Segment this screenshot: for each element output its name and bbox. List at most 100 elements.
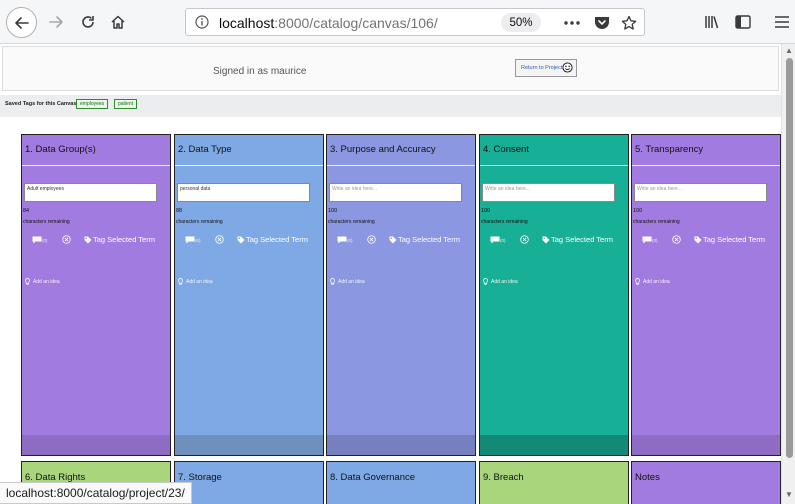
tag-selected-term-button[interactable]: Tag Selected Term — [84, 235, 155, 244]
hamburger-icon — [775, 16, 789, 28]
card-actions: (0) Tag Selected Term — [639, 235, 779, 245]
card-title: 3. Purpose and Accuracy — [330, 144, 436, 155]
card-divider — [327, 165, 475, 166]
card-divider — [632, 165, 780, 166]
star-icon — [621, 15, 637, 30]
zoom-level-button[interactable]: 50% — [501, 13, 541, 32]
page-actions-button[interactable] — [563, 14, 581, 32]
scrollbar-thumb[interactable] — [786, 58, 793, 458]
comment-count: (0) — [347, 238, 353, 243]
add-idea-label: Add an idea — [491, 279, 518, 285]
char-counter: 100 — [633, 208, 643, 214]
pocket-icon — [595, 16, 609, 29]
canvas-card: 7. Storage — [174, 461, 324, 504]
tag-selected-term-label: Tag Selected Term — [551, 235, 613, 244]
char-counter: 100 — [328, 208, 338, 214]
card-footer — [327, 435, 475, 455]
library-button[interactable] — [702, 12, 722, 32]
clear-circle-icon[interactable] — [520, 235, 529, 244]
tag-selected-term-button[interactable]: Tag Selected Term — [389, 235, 460, 244]
add-idea-link[interactable]: Add an idea — [483, 278, 518, 286]
card-title: 1. Data Group(s) — [25, 144, 96, 155]
url-text[interactable]: localhost:8000/catalog/canvas/106/ — [219, 15, 438, 31]
tag-icon — [84, 236, 92, 243]
page-content: Signed in as maurice Return to Project S… — [0, 44, 781, 504]
pocket-button[interactable] — [593, 14, 611, 32]
reload-button[interactable] — [76, 10, 100, 34]
chars-remaining-label: characters remaining — [23, 219, 70, 225]
scroll-up-arrow-icon[interactable]: ▲ — [785, 46, 793, 55]
return-to-project-label: Return to Project — [521, 65, 563, 71]
vertical-scrollbar[interactable]: ▲ ▼ — [781, 44, 795, 504]
card-divider — [480, 165, 628, 166]
card-divider — [22, 165, 170, 166]
sidebar-toggle-button[interactable] — [733, 12, 753, 32]
card-footer — [480, 435, 628, 455]
clear-circle-icon[interactable] — [62, 235, 71, 244]
url-host: localhost — [219, 15, 275, 31]
add-idea-link[interactable]: Add an idea — [635, 278, 670, 286]
idea-input[interactable]: personal data — [177, 183, 310, 202]
lightbulb-icon — [178, 278, 183, 285]
idea-input[interactable]: Write an idea here... — [634, 183, 767, 202]
bookmark-star-button[interactable] — [620, 14, 638, 32]
forward-button[interactable] — [44, 10, 68, 34]
tag-chip[interactable]: patient — [114, 99, 138, 109]
arrow-right-icon — [49, 16, 63, 28]
card-footer — [175, 435, 323, 455]
home-icon — [111, 15, 125, 29]
add-idea-link[interactable]: Add an idea — [330, 278, 365, 286]
link-status-tooltip: localhost:8000/catalog/project/23/ — [0, 482, 192, 504]
add-idea-link[interactable]: Add an idea — [25, 278, 60, 286]
return-to-project-button[interactable]: Return to Project — [515, 59, 577, 77]
clear-circle-icon[interactable] — [672, 235, 681, 244]
url-path: :8000/catalog/canvas/106/ — [274, 15, 438, 31]
card-footer — [22, 435, 170, 455]
hamburger-menu-button[interactable] — [772, 12, 792, 32]
tag-selected-term-label: Tag Selected Term — [246, 235, 308, 244]
add-idea-link[interactable]: Add an idea — [178, 278, 213, 286]
chars-remaining-label: characters remaining — [328, 219, 375, 225]
info-icon[interactable] — [195, 15, 209, 29]
lightbulb-icon — [483, 278, 488, 285]
comment-icon[interactable] — [185, 236, 195, 244]
card-title: 4. Consent — [483, 144, 529, 155]
card-actions: (0) Tag Selected Term — [487, 235, 627, 245]
card-title: 8. Data Governance — [330, 472, 416, 483]
tag-selected-term-button[interactable]: Tag Selected Term — [694, 235, 765, 244]
tag-chip[interactable]: employees — [76, 99, 109, 109]
canvas-card: 5. Transparency Write an idea here... 100 c… — [631, 134, 781, 456]
card-divider — [175, 165, 323, 166]
comment-icon[interactable] — [32, 236, 42, 244]
scroll-down-arrow-icon[interactable]: ▼ — [785, 490, 793, 499]
canvas-card: 2. Data Type personal data 88 characters re… — [174, 134, 324, 456]
home-button[interactable] — [106, 10, 130, 34]
reload-icon — [82, 16, 94, 28]
tag-icon — [389, 236, 397, 243]
tag-icon — [542, 236, 550, 243]
lightbulb-icon — [635, 278, 640, 285]
tag-selected-term-button[interactable]: Tag Selected Term — [237, 235, 308, 244]
comment-count: (0) — [500, 238, 506, 243]
comment-icon[interactable] — [490, 236, 500, 244]
back-button[interactable] — [6, 7, 37, 38]
canvas-card: 8. Data Governance — [326, 461, 476, 504]
url-bar[interactable]: localhost:8000/catalog/canvas/106/ 50% — [185, 8, 645, 36]
idea-input[interactable]: Write an idea here... — [482, 183, 615, 202]
idea-input[interactable]: Adult employees — [24, 183, 157, 202]
more-dots-icon — [564, 21, 580, 25]
card-actions: (0) Tag Selected Term — [334, 235, 474, 245]
comment-icon[interactable] — [642, 236, 652, 244]
idea-input[interactable]: Write an idea here... — [329, 183, 462, 202]
signed-in-text: Signed in as maurice — [213, 66, 307, 77]
tag-selected-term-button[interactable]: Tag Selected Term — [542, 235, 613, 244]
tag-icon — [237, 236, 245, 243]
clear-circle-icon[interactable] — [215, 235, 224, 244]
tag-selected-term-label: Tag Selected Term — [93, 235, 155, 244]
sidebar-icon — [735, 15, 751, 29]
card-footer — [632, 435, 780, 455]
card-actions: (0) Tag Selected Term — [29, 235, 169, 245]
add-idea-label: Add an idea — [186, 279, 213, 285]
clear-circle-icon[interactable] — [367, 235, 376, 244]
comment-icon[interactable] — [337, 236, 347, 244]
